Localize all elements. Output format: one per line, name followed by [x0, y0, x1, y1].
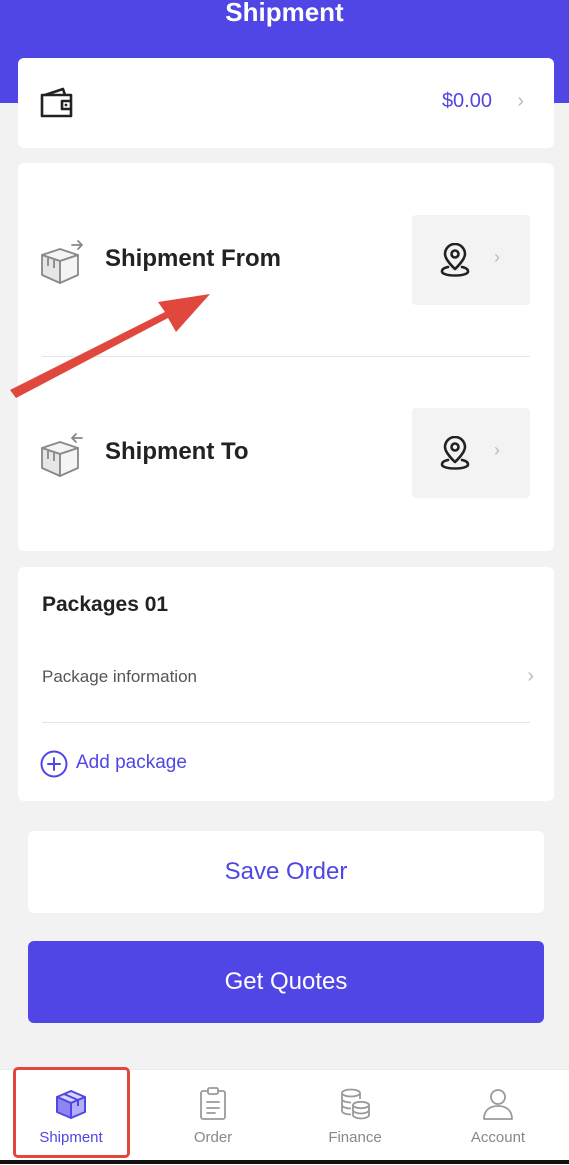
tab-order[interactable]: Order [142, 1070, 284, 1162]
shipment-from-label: Shipment From [105, 245, 282, 272]
shipment-from-row[interactable]: Shipment From › [18, 215, 554, 311]
clipboard-icon [195, 1086, 231, 1127]
tab-finance[interactable]: Finance [284, 1070, 426, 1162]
package-information-label: Package information [42, 667, 197, 686]
page-title: Shipment [225, 0, 344, 27]
location-pin-icon [440, 242, 470, 282]
packages-title: Packages 01 [42, 593, 169, 616]
package-inbound-icon [38, 432, 86, 485]
packages-card: Packages 01 Package information › Add pa… [18, 567, 554, 801]
tab-label: Order [193, 1129, 233, 1146]
chevron-right-icon: › [494, 247, 500, 267]
package-information-row[interactable]: Package information › [18, 657, 554, 701]
wallet-card[interactable]: $0.00 › [18, 58, 554, 148]
tab-label: Account [470, 1129, 526, 1146]
chevron-right-icon: › [494, 440, 500, 460]
to-location-button[interactable]: › [412, 408, 530, 498]
coins-icon [337, 1086, 373, 1127]
chevron-right-icon: › [527, 665, 534, 687]
tab-label: Finance [328, 1129, 382, 1146]
shipment-to-label: Shipment To [105, 438, 249, 465]
add-package-label: Add package [76, 752, 187, 773]
bottom-edge-bar [0, 1160, 569, 1164]
location-pin-icon [440, 435, 470, 475]
save-order-button[interactable]: Save Order [28, 831, 544, 913]
chevron-right-icon: › [517, 90, 524, 112]
route-card: Shipment From › Shipment To › [18, 163, 554, 551]
plus-circle-icon [40, 750, 68, 783]
packages-divider [42, 722, 530, 723]
get-quotes-button[interactable]: Get Quotes [28, 941, 544, 1023]
shipment-to-row[interactable]: Shipment To › [18, 408, 554, 504]
route-divider [42, 356, 530, 357]
wallet-balance: $0.00 [441, 90, 492, 112]
package-outbound-icon [38, 239, 86, 292]
from-location-button[interactable]: › [412, 215, 530, 305]
active-tab-highlight-box [13, 1067, 130, 1158]
user-icon [480, 1086, 516, 1127]
tab-account[interactable]: Account [427, 1070, 569, 1162]
wallet-icon [40, 86, 74, 123]
